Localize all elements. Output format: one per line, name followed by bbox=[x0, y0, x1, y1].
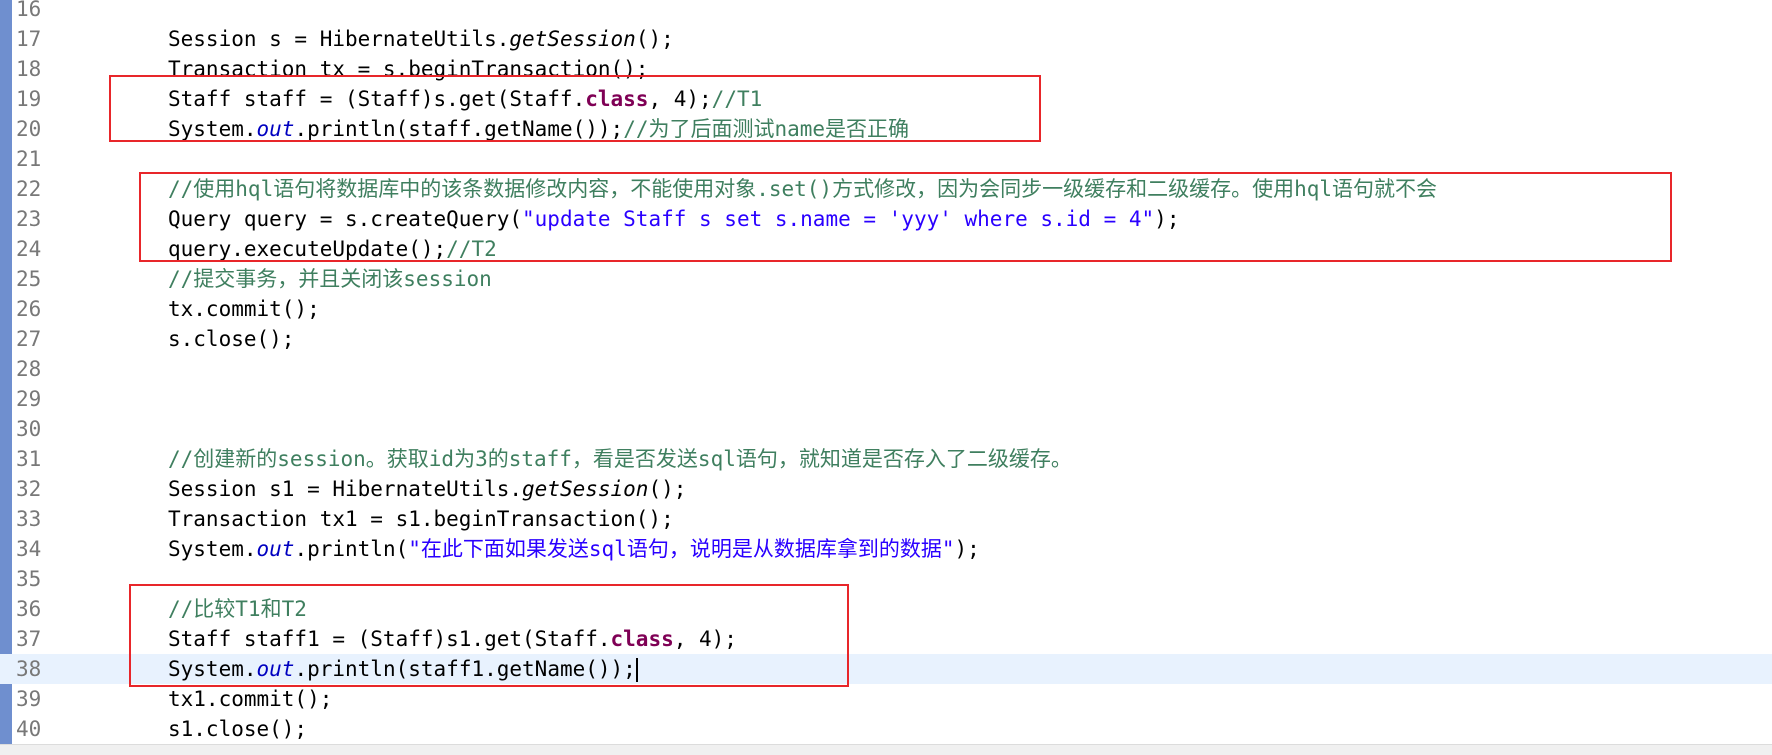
line-number: 21 bbox=[16, 147, 42, 171]
code-token: tx.commit(); bbox=[168, 297, 320, 321]
highlight-box-compare bbox=[129, 584, 849, 687]
line-number: 23 bbox=[16, 207, 42, 231]
code-line[interactable]: 26 tx.commit(); bbox=[0, 294, 1772, 324]
code-line[interactable]: 40 s1.close(); bbox=[0, 714, 1772, 744]
code-text[interactable]: Session s1 = HibernateUtils.getSession()… bbox=[168, 474, 686, 504]
code-token: Session s1 = HibernateUtils. bbox=[168, 477, 523, 501]
horizontal-scrollbar[interactable] bbox=[0, 744, 1772, 755]
code-line[interactable]: 16 bbox=[0, 0, 1772, 24]
code-token: Transaction tx1 = s1.beginTransaction(); bbox=[168, 507, 674, 531]
code-line[interactable]: 32 Session s1 = HibernateUtils.getSession… bbox=[0, 474, 1772, 504]
line-number: 22 bbox=[16, 177, 42, 201]
code-text[interactable]: s1.close(); bbox=[168, 714, 307, 744]
highlight-box-t2 bbox=[139, 172, 1672, 262]
code-line[interactable]: 28 bbox=[0, 354, 1772, 384]
code-text[interactable]: //提交事务，并且关闭该session bbox=[168, 264, 492, 294]
code-token: getSession bbox=[522, 477, 649, 501]
code-line[interactable]: 27 s.close(); bbox=[0, 324, 1772, 354]
line-number: 38 bbox=[16, 657, 42, 681]
code-token: System. bbox=[168, 537, 257, 561]
line-number: 31 bbox=[16, 447, 42, 471]
code-line[interactable]: 25 //提交事务，并且关闭该session bbox=[0, 264, 1772, 294]
code-line[interactable]: 29 bbox=[0, 384, 1772, 414]
line-number: 16 bbox=[16, 0, 42, 21]
code-text[interactable]: tx.commit(); bbox=[168, 294, 320, 324]
line-number: 35 bbox=[16, 567, 42, 591]
code-line[interactable]: 39 tx1.commit(); bbox=[0, 684, 1772, 714]
line-number: 28 bbox=[16, 357, 42, 381]
line-number: 27 bbox=[16, 327, 42, 351]
code-token: s1.close(); bbox=[168, 717, 308, 741]
code-editor[interactable]: 16 17 Session s = HibernateUtils.getSessio… bbox=[0, 0, 1772, 755]
code-token: tx1.commit(); bbox=[168, 687, 333, 711]
code-token: out bbox=[256, 537, 295, 561]
code-text[interactable]: s.close(); bbox=[168, 324, 294, 354]
line-number: 24 bbox=[16, 237, 42, 261]
line-number: 30 bbox=[16, 417, 42, 441]
line-number: 37 bbox=[16, 627, 42, 651]
code-line[interactable]: 21 bbox=[0, 144, 1772, 174]
code-token: "在此下面如果发送sql语句，说明是从数据库拿到的数据" bbox=[408, 537, 955, 561]
code-token: ); bbox=[954, 537, 980, 561]
line-number: 34 bbox=[16, 537, 42, 561]
code-text[interactable]: Transaction tx1 = s1.beginTransaction(); bbox=[168, 504, 674, 534]
code-token: Session s = HibernateUtils. bbox=[168, 27, 510, 51]
code-token: getSession bbox=[509, 27, 636, 51]
code-token: //创建新的session。获取id为3的staff，看是否发送sql语句，就知… bbox=[168, 447, 1072, 471]
code-text[interactable]: tx1.commit(); bbox=[168, 684, 332, 714]
line-number: 39 bbox=[16, 687, 42, 711]
code-text[interactable]: //创建新的session。获取id为3的staff，看是否发送sql语句，就知… bbox=[168, 444, 1072, 474]
code-text[interactable]: System.out.println("在此下面如果发送sql语句，说明是从数据… bbox=[168, 534, 980, 564]
line-number: 36 bbox=[16, 597, 42, 621]
code-line[interactable]: 31 //创建新的session。获取id为3的staff，看是否发送sql语句，… bbox=[0, 444, 1772, 474]
line-number: 20 bbox=[16, 117, 42, 141]
code-line[interactable]: 33 Transaction tx1 = s1.beginTransaction(… bbox=[0, 504, 1772, 534]
code-line[interactable]: 17 Session s = HibernateUtils.getSession(… bbox=[0, 24, 1772, 54]
line-number: 19 bbox=[16, 87, 42, 111]
code-line[interactable]: 34 System.out.println("在此下面如果发送sql语句，说明是从… bbox=[0, 534, 1772, 564]
line-number: 40 bbox=[16, 717, 42, 741]
line-number: 32 bbox=[16, 477, 42, 501]
code-token: //提交事务，并且关闭该session bbox=[168, 267, 492, 291]
code-token: (); bbox=[648, 477, 687, 501]
code-token: .println( bbox=[294, 537, 409, 561]
line-number: 18 bbox=[16, 57, 42, 81]
code-token: s.close(); bbox=[168, 327, 295, 351]
line-number: 26 bbox=[16, 297, 42, 321]
line-number: 33 bbox=[16, 507, 42, 531]
highlight-box-t1 bbox=[109, 75, 1041, 142]
code-token: (); bbox=[635, 27, 674, 51]
line-number: 25 bbox=[16, 267, 42, 291]
code-text[interactable]: Session s = HibernateUtils.getSession(); bbox=[168, 24, 674, 54]
code-line[interactable]: 30 bbox=[0, 414, 1772, 444]
line-number: 17 bbox=[16, 27, 42, 51]
line-number: 29 bbox=[16, 387, 42, 411]
